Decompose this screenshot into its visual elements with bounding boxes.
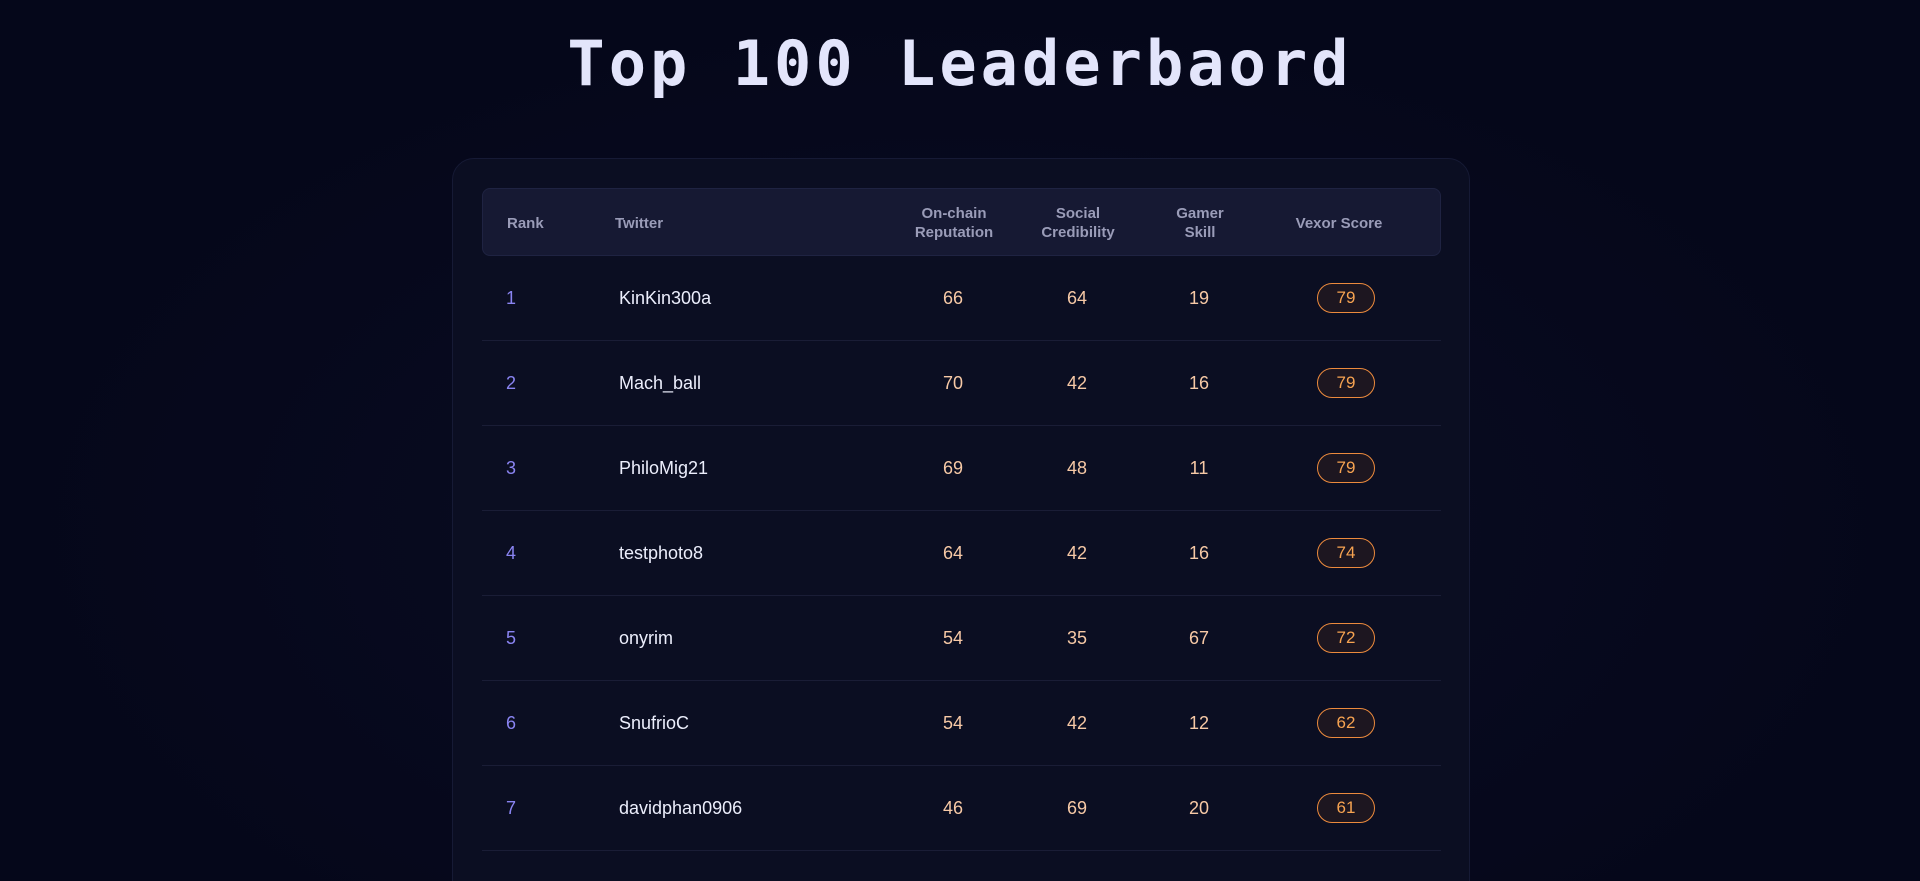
rank-cell: 1 [506,287,517,308]
twitter-handle[interactable]: KinKin300a [619,256,859,340]
rank-cell: 3 [506,457,517,478]
rank-cell: 7 [506,797,517,818]
table-row[interactable]: 1 KinKin300a 66 64 19 79 [482,256,1441,341]
gamer-skill-cell: 16 [1188,372,1210,393]
header-onchain-reputation: On-chain Reputation [883,189,1025,257]
twitter-handle[interactable]: PhiloMig21 [619,426,859,510]
gamer-skill-cell: 19 [1188,287,1210,308]
rank-cell: 2 [506,372,517,393]
social-credibility-cell: 42 [1066,372,1088,393]
vexor-score-cell: 79 [1266,426,1426,510]
vexor-score-badge: 72 [1317,623,1375,653]
vexor-score-cell: 62 [1266,681,1426,765]
social-credibility-cell: 35 [1066,627,1088,648]
vexor-score-cell: 74 [1266,511,1426,595]
vexor-score-cell: 79 [1266,256,1426,340]
rank-cell: 6 [506,712,517,733]
twitter-handle[interactable]: davidphan0906 [619,766,859,850]
header-gamer-line2: Skill [1184,224,1216,241]
table-body: 1 KinKin300a 66 64 19 79 2 Mach_ball 70 … [482,256,1441,851]
gamer-skill-cell: 16 [1188,542,1210,563]
onchain-reputation-cell: 66 [942,287,964,308]
header-vexor-score: Vexor Score [1295,214,1383,232]
header-gamer-skill: Gamer Skill [1141,189,1259,257]
onchain-reputation-cell: 70 [942,372,964,393]
twitter-handle[interactable]: testphoto8 [619,511,859,595]
social-credibility-cell: 42 [1066,712,1088,733]
header-onchain-line1: On-chain [921,205,987,222]
social-credibility-cell: 42 [1066,542,1088,563]
onchain-reputation-cell: 54 [942,712,964,733]
header-onchain-line2: Reputation [914,224,994,241]
table-header: Rank Twitter On-chain Reputation Social … [482,188,1441,256]
header-twitter: Twitter [615,214,664,232]
twitter-handle[interactable]: Mach_ball [619,341,859,425]
vexor-score-badge: 62 [1317,708,1375,738]
leaderboard-card: Rank Twitter On-chain Reputation Social … [452,158,1470,881]
leaderboard-page: Top 100 Leaderbaord Rank Twitter On-chai… [0,0,1920,881]
vexor-score-badge: 79 [1317,453,1375,483]
vexor-score-badge: 79 [1317,368,1375,398]
vexor-score-cell: 61 [1266,766,1426,850]
vexor-score-cell: 79 [1266,341,1426,425]
header-social-credibility: Social Credibility [1015,189,1141,257]
table-row[interactable]: 7 davidphan0906 46 69 20 61 [482,766,1441,851]
header-social-line1: Social [1055,205,1101,222]
vexor-score-badge: 74 [1317,538,1375,568]
twitter-handle[interactable]: onyrim [619,596,859,680]
social-credibility-cell: 64 [1066,287,1088,308]
rank-cell: 4 [506,542,517,563]
onchain-reputation-cell: 64 [942,542,964,563]
vexor-score-cell: 72 [1266,596,1426,680]
onchain-reputation-cell: 46 [942,797,964,818]
page-title: Top 100 Leaderbaord [567,27,1353,100]
table-row[interactable]: 3 PhiloMig21 69 48 11 79 [482,426,1441,511]
table-row[interactable]: 2 Mach_ball 70 42 16 79 [482,341,1441,426]
social-credibility-cell: 69 [1066,797,1088,818]
gamer-skill-cell: 20 [1188,797,1210,818]
gamer-skill-cell: 12 [1188,712,1210,733]
vexor-score-badge: 79 [1317,283,1375,313]
table-row[interactable]: 6 SnufrioC 54 42 12 62 [482,681,1441,766]
header-social-line2: Credibility [1041,224,1115,241]
header-rank: Rank [507,214,544,232]
gamer-skill-cell: 67 [1188,627,1210,648]
gamer-skill-cell: 11 [1189,457,1209,478]
social-credibility-cell: 48 [1066,457,1088,478]
table-row[interactable]: 4 testphoto8 64 42 16 74 [482,511,1441,596]
table-row[interactable]: 5 onyrim 54 35 67 72 [482,596,1441,681]
onchain-reputation-cell: 54 [942,627,964,648]
header-gamer-line1: Gamer [1176,205,1224,222]
rank-cell: 5 [506,627,517,648]
onchain-reputation-cell: 69 [942,457,964,478]
twitter-handle[interactable]: SnufrioC [619,681,859,765]
vexor-score-badge: 61 [1317,793,1375,823]
